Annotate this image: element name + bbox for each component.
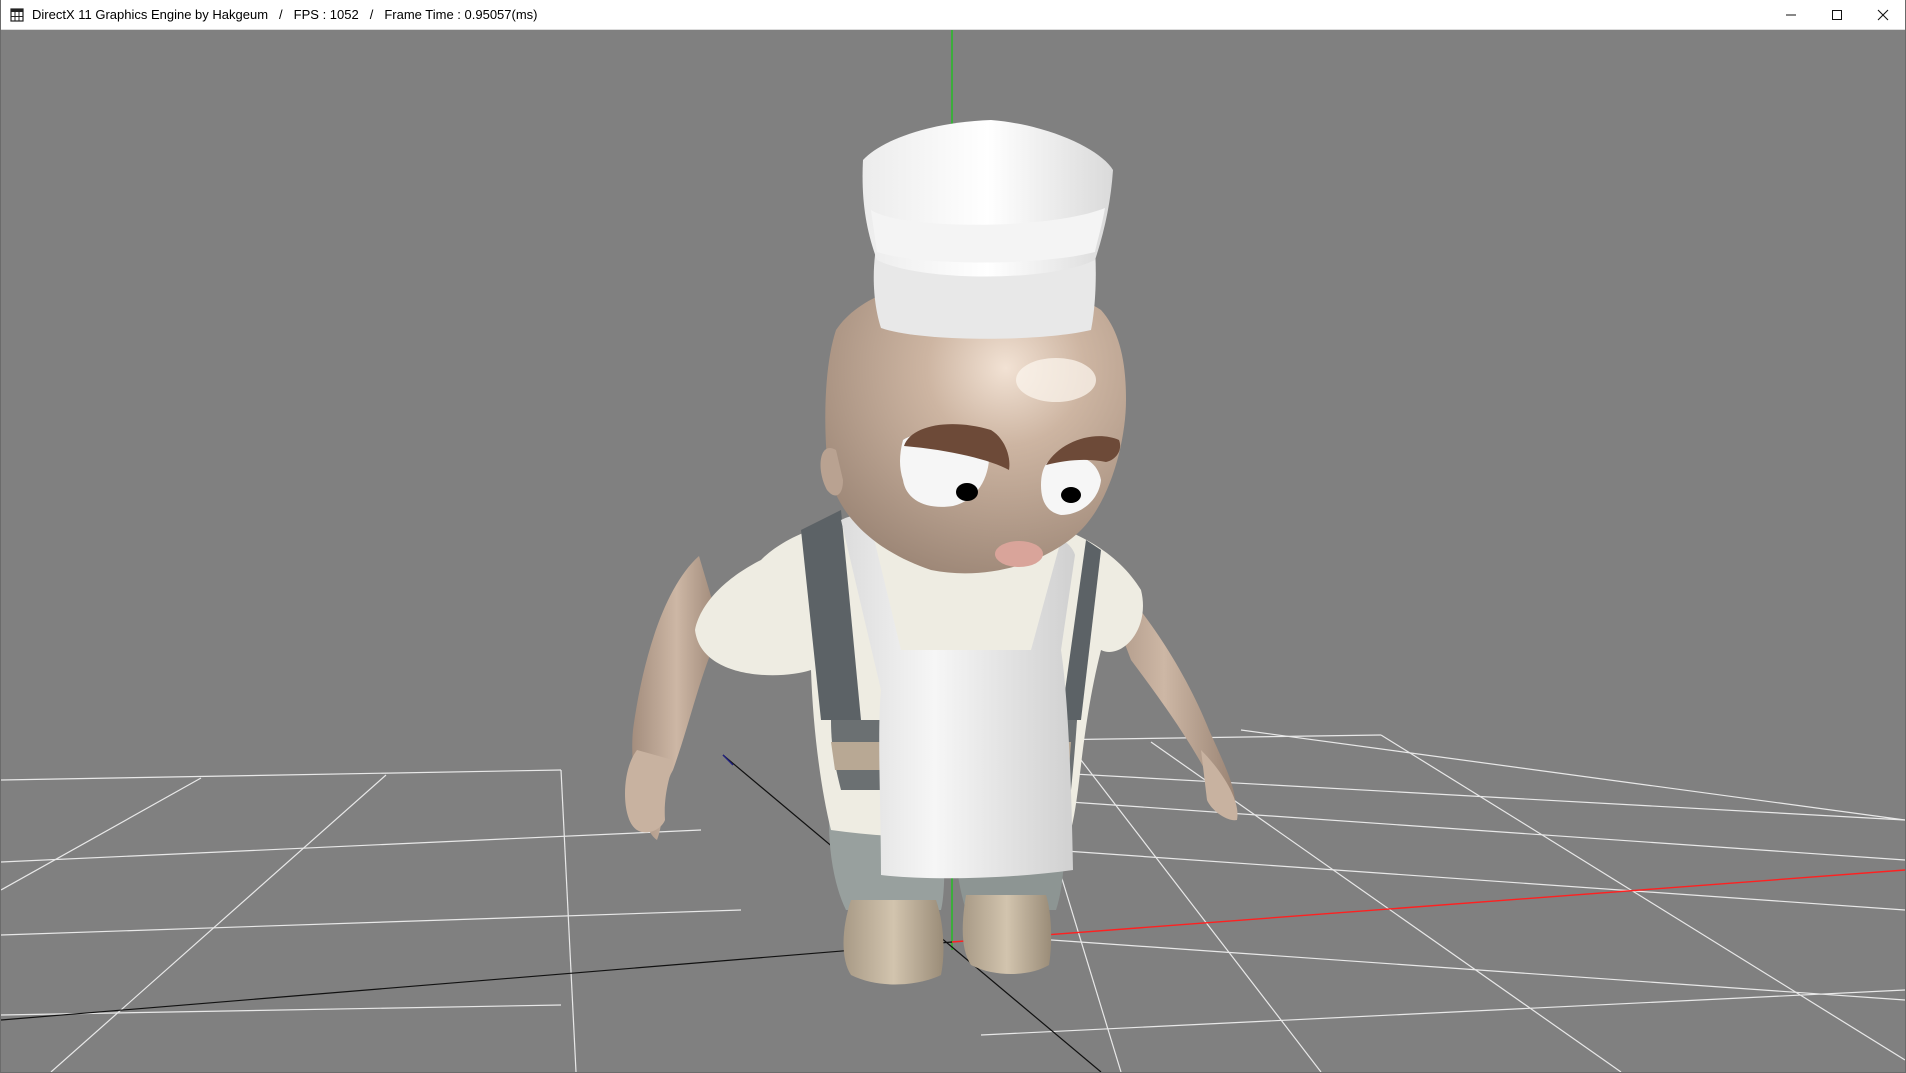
title-bar[interactable]: DirectX 11 Graphics Engine by Hakgeum / …: [0, 0, 1906, 30]
chef-character: [625, 120, 1238, 985]
title-separator: /: [369, 7, 374, 22]
window-controls: [1768, 0, 1906, 30]
minimize-button[interactable]: [1768, 0, 1814, 30]
fps-readout: FPS : 1052: [293, 7, 359, 22]
window-app-icon[interactable]: [9, 7, 25, 23]
close-button[interactable]: [1860, 0, 1906, 30]
close-icon: [1877, 9, 1889, 21]
render-viewport[interactable]: [1, 30, 1905, 1072]
frame-time-readout: Frame Time : 0.95057(ms): [384, 7, 538, 22]
scene-canvas: [1, 30, 1905, 1072]
maximize-button[interactable]: [1814, 0, 1860, 30]
minimize-icon: [1786, 14, 1796, 16]
maximize-icon: [1832, 10, 1842, 20]
title-separator: /: [279, 7, 283, 22]
window-title-app: DirectX 11 Graphics Engine by Hakgeum: [32, 7, 269, 22]
window-title: DirectX 11 Graphics Engine by Hakgeum / …: [32, 7, 538, 22]
